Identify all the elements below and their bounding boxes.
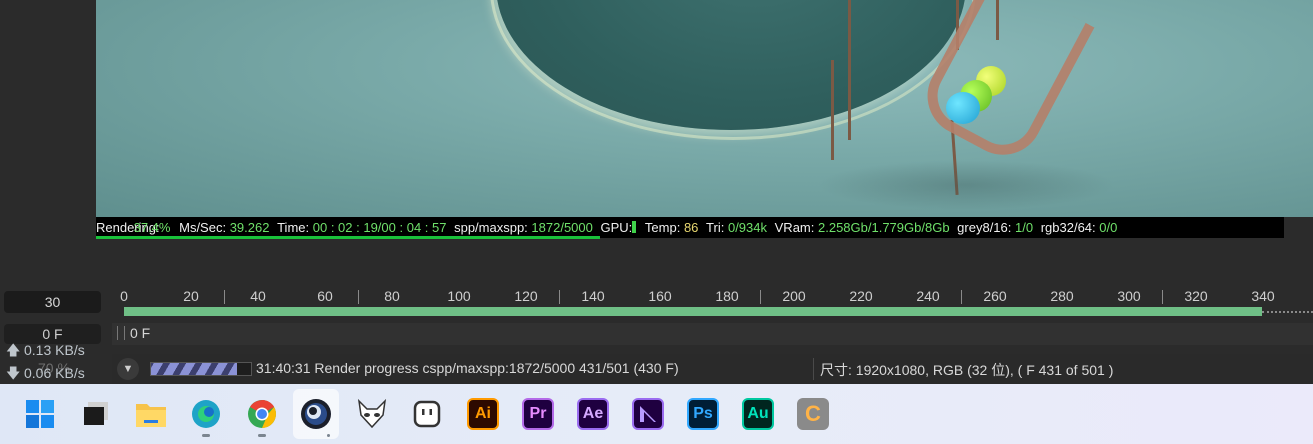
- ruler-tick-label: 180: [715, 288, 739, 304]
- ruler-major-tick: [1162, 290, 1163, 304]
- download-speed-value: 0.06 KB/s: [24, 365, 85, 381]
- upload-arrow-icon: 🡅: [6, 342, 21, 358]
- ruler-tick-label: 80: [384, 288, 400, 304]
- illustrator-icon[interactable]: Ai: [467, 398, 499, 430]
- spp-value: 1872/5000: [531, 220, 593, 235]
- running-indicator: [258, 434, 266, 437]
- upload-speed-value: 0.13 KB/s: [24, 342, 85, 358]
- chevron-down-icon[interactable]: ▼: [117, 358, 139, 380]
- ms-label: Ms/Sec:: [179, 220, 227, 235]
- ruler-tick-label: 20: [183, 288, 199, 304]
- timeline-cached-range[interactable]: [124, 307, 1262, 316]
- photoshop-icon[interactable]: Ps: [687, 398, 719, 430]
- after-effects-icon[interactable]: Ae: [577, 398, 609, 430]
- ruler-tick-label: 160: [648, 288, 672, 304]
- render-percent: 37.4%: [133, 220, 171, 235]
- ruler-tick-label: 40: [250, 288, 266, 304]
- running-indicator: [202, 434, 210, 437]
- running-indicator: [327, 434, 330, 437]
- c-app-icon[interactable]: C: [797, 398, 829, 430]
- ruler-major-tick: [961, 290, 962, 304]
- photoshop-icon-label: Ps: [693, 405, 713, 422]
- cinema4d-icon[interactable]: [300, 398, 332, 430]
- time-value: 00 : 02 : 19/00 : 04 : 57: [312, 220, 447, 235]
- track-frame-label: 0 F: [130, 325, 151, 341]
- ruler-tick-label: 340: [1251, 288, 1275, 304]
- ruler-tick-label: 100: [447, 288, 471, 304]
- c-app-icon-label: C: [805, 401, 821, 426]
- grey-value: 1/0: [1015, 220, 1034, 235]
- render-stats-bar: Rendering:37.4% Ms/Sec: 39.262 Time: 00 …: [96, 217, 1284, 238]
- rgb-label: rgb32/64:: [1040, 220, 1096, 235]
- ruler-major-tick: [559, 290, 560, 304]
- scene-pole: [831, 60, 834, 160]
- illustrator-icon-label: Ai: [475, 405, 491, 422]
- audition-icon[interactable]: Au: [742, 398, 774, 430]
- ruler-tick-label: 140: [581, 288, 605, 304]
- temp-label: Temp:: [644, 220, 681, 235]
- timeline-dotted-extension: [1262, 311, 1313, 315]
- ruler-major-tick: [358, 290, 359, 304]
- chrome-browser-icon[interactable]: [246, 398, 278, 430]
- tri-label: Tri:: [706, 220, 725, 235]
- alien-app-icon[interactable]: [356, 398, 388, 430]
- tri-value: 0/934k: [727, 220, 768, 235]
- ruler-tick-label: 0: [120, 288, 128, 304]
- media-encoder-icon[interactable]: [632, 398, 664, 430]
- ruler-tick-label: 320: [1184, 288, 1208, 304]
- gpu-usage-indicator: [632, 221, 637, 233]
- scene-pole: [848, 0, 851, 140]
- file-explorer-icon[interactable]: [135, 398, 167, 430]
- left-panel-background: [0, 0, 96, 262]
- render-viewport[interactable]: [96, 0, 1313, 217]
- robot-app-icon[interactable]: [411, 398, 443, 430]
- spp-label: spp/maxspp:: [454, 220, 528, 235]
- vram-value: 2.258Gb/1.779Gb/8Gb: [818, 220, 950, 235]
- track-grip-icon[interactable]: [117, 326, 125, 340]
- ruler-tick-label: 300: [1117, 288, 1141, 304]
- scene-ball: [946, 92, 980, 124]
- premiere-icon-label: Pr: [529, 405, 547, 422]
- scene-shadow: [816, 160, 1116, 210]
- render-status-text: 31:40:31 Render progress cspp/maxspp:187…: [256, 360, 679, 376]
- premiere-icon[interactable]: Pr: [522, 398, 554, 430]
- ruler-tick-label: 240: [916, 288, 940, 304]
- windows-start-icon[interactable]: [24, 398, 56, 430]
- after-effects-icon-label: Ae: [582, 405, 604, 422]
- time-label: Time:: [277, 220, 310, 235]
- task-view-icon[interactable]: [80, 398, 112, 430]
- ms-value: 39.262: [229, 220, 270, 235]
- edge-browser-icon[interactable]: [190, 398, 222, 430]
- gpu-label: GPU:: [600, 220, 633, 235]
- timeline-track-row[interactable]: [112, 323, 1313, 345]
- rgb-value: 0/0: [1099, 220, 1118, 235]
- ruler-tick-label: 200: [782, 288, 806, 304]
- ruler-tick-label: 260: [983, 288, 1007, 304]
- vram-label: VRam:: [774, 220, 815, 235]
- render-progress-line: [96, 236, 600, 239]
- ruler-tick-label: 220: [849, 288, 873, 304]
- render-progress-bar: [150, 362, 252, 376]
- image-info-text: 尺寸: 1920x1080, RGB (32 位), ( F 431 of 50…: [820, 362, 1114, 378]
- ruler-major-tick: [224, 290, 225, 304]
- ruler-tick-label: 60: [317, 288, 333, 304]
- audition-icon-label: Au: [747, 405, 769, 422]
- ruler-major-tick: [760, 290, 761, 304]
- ruler-tick-label: 280: [1050, 288, 1074, 304]
- scene-hole: [496, 0, 966, 130]
- grey-label: grey8/16:: [957, 220, 1012, 235]
- temp-value: 86: [683, 220, 699, 235]
- fps-field[interactable]: 30: [4, 291, 101, 313]
- ruler-tick-label: 120: [514, 288, 538, 304]
- render-progress-fill: [151, 363, 237, 375]
- status-divider: [813, 358, 814, 380]
